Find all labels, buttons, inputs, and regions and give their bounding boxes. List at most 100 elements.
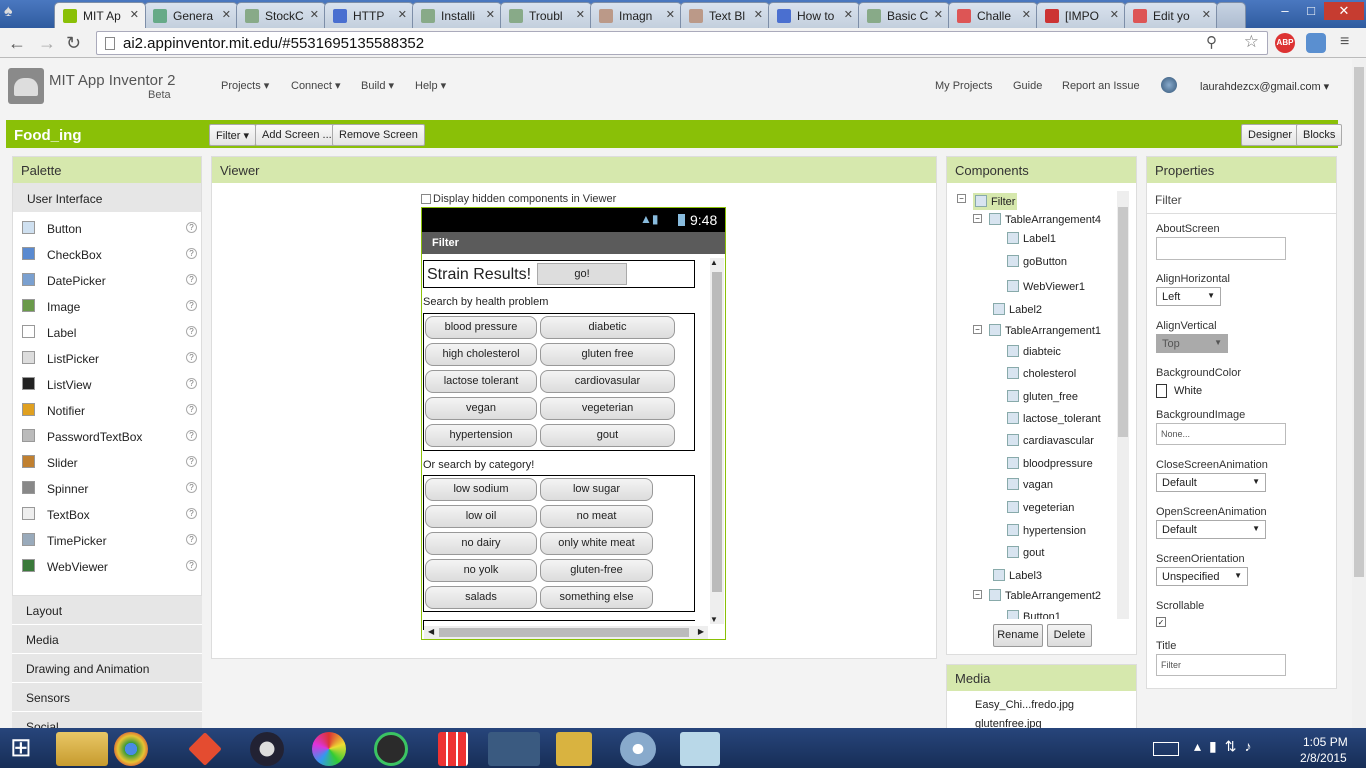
help-icon[interactable]: ? [186, 326, 197, 337]
palette-item-textbox[interactable]: TextBox? [13, 501, 201, 527]
scrollable-checkbox[interactable]: ✓ [1156, 617, 1166, 627]
category-button[interactable]: salads [425, 586, 537, 609]
phone-horizontal-scrollbar[interactable]: ◀ ▶ [424, 626, 708, 639]
language-globe-icon[interactable] [1161, 77, 1177, 93]
tree-node-diabteic[interactable]: diabteic [1007, 345, 1061, 358]
help-icon[interactable]: ? [186, 404, 197, 415]
health-button[interactable]: cardiovasular [540, 370, 675, 393]
browser-tab[interactable]: Genera ✕ [144, 2, 238, 28]
tab-close-icon[interactable]: ✕ [844, 8, 853, 21]
palette-category-media[interactable]: Media [12, 625, 202, 654]
link-report-an-issue[interactable]: Report an Issue [1062, 80, 1140, 92]
browser-tab[interactable]: MIT Ap ✕ [54, 2, 146, 28]
tree-node-vegeterian[interactable]: vegeterian [1007, 501, 1074, 514]
add-screen-button[interactable]: Add Screen ... [255, 124, 339, 146]
category-button[interactable]: low oil [425, 505, 537, 528]
help-icon[interactable]: ? [186, 508, 197, 519]
tree-node-label3[interactable]: Label3 [993, 569, 1042, 582]
tree-node-lactose_tolerant[interactable]: lactose_tolerant [1007, 412, 1101, 425]
app-inventor-logo-icon[interactable] [8, 68, 44, 104]
puzzle-app-icon[interactable] [556, 732, 592, 766]
category-button[interactable]: low sodium [425, 478, 537, 501]
close-window-button[interactable]: ✕ [1324, 2, 1364, 20]
tab-close-icon[interactable]: ✕ [1202, 8, 1211, 21]
browser-tab[interactable]: Installi ✕ [412, 2, 502, 28]
background-color-value[interactable]: White [1174, 385, 1202, 397]
browser-tab[interactable]: Troubl ✕ [500, 2, 592, 28]
phone-vertical-scrollbar[interactable]: ▲ ▼ [710, 258, 724, 624]
tab-close-icon[interactable]: ✕ [222, 8, 231, 21]
tab-close-icon[interactable]: ✕ [576, 8, 585, 21]
remove-screen-button[interactable]: Remove Screen [332, 124, 425, 146]
user-interface-category[interactable]: User Interface [13, 183, 201, 212]
health-button[interactable]: hypertension [425, 424, 537, 447]
menu-projects[interactable]: Projects ▾ [221, 79, 269, 92]
chrome-icon[interactable] [114, 732, 148, 766]
help-icon[interactable]: ? [186, 274, 197, 285]
browser-tab[interactable]: Challe ✕ [948, 2, 1038, 28]
tab-close-icon[interactable]: ✕ [934, 8, 943, 21]
palette-item-slider[interactable]: Slider? [13, 449, 201, 475]
help-icon[interactable]: ? [186, 222, 197, 233]
spotify-icon[interactable] [374, 732, 408, 766]
file-explorer-icon[interactable] [56, 732, 108, 766]
tree-node-cardiavascular[interactable]: cardiavascular [1007, 434, 1094, 447]
collapse-toggle-icon[interactable]: − [973, 325, 982, 334]
health-button[interactable]: blood pressure [425, 316, 537, 339]
browser-tab[interactable]: Basic C ✕ [858, 2, 950, 28]
link-my-projects[interactable]: My Projects [935, 80, 992, 92]
category-button[interactable]: something else [540, 586, 653, 609]
page-scrollbar[interactable] [1352, 59, 1366, 728]
tree-scrollbar[interactable] [1117, 191, 1129, 619]
browser-tab[interactable]: Imagn ✕ [590, 2, 682, 28]
help-icon[interactable]: ? [186, 248, 197, 259]
health-button[interactable]: vegeterian [540, 397, 675, 420]
menu-help[interactable]: Help ▾ [415, 79, 446, 92]
lock-app-icon[interactable] [250, 732, 284, 766]
palette-category-drawing-and-animation[interactable]: Drawing and Animation [12, 654, 202, 683]
display-hidden-checkbox[interactable] [421, 194, 431, 204]
palette-item-webviewer[interactable]: WebViewer? [13, 553, 201, 579]
address-bar[interactable]: ai2.appinventor.mit.edu/#553169513558835… [96, 31, 1268, 55]
help-icon[interactable]: ? [186, 534, 197, 545]
tab-close-icon[interactable]: ✕ [310, 8, 319, 21]
align-horizontal-select[interactable]: Left [1156, 287, 1221, 306]
palette-item-listpicker[interactable]: ListPicker? [13, 345, 201, 371]
apps-grid-icon[interactable] [438, 732, 468, 766]
maximize-button[interactable]: □ [1298, 2, 1324, 20]
minimize-button[interactable]: – [1272, 2, 1298, 20]
background-color-swatch[interactable] [1156, 384, 1167, 398]
browser-tab[interactable]: HTTP ✕ [324, 2, 414, 28]
media-file[interactable]: Easy_Chi...fredo.jpg [975, 699, 1074, 711]
category-button[interactable]: no meat [540, 505, 653, 528]
notes-icon[interactable] [680, 732, 720, 766]
category-button[interactable]: gluten-free [540, 559, 653, 582]
start-button-icon[interactable]: ⊞ [10, 734, 40, 762]
extension-icon[interactable] [1306, 33, 1326, 53]
help-icon[interactable]: ? [186, 430, 197, 441]
category-button[interactable]: no yolk [425, 559, 537, 582]
browser-tab[interactable]: How to ✕ [768, 2, 860, 28]
category-button[interactable]: no dairy [425, 532, 537, 555]
tree-node-gout[interactable]: gout [1007, 546, 1044, 559]
tab-close-icon[interactable]: ✕ [1022, 8, 1031, 21]
tree-node-filter[interactable]: − Filter [957, 193, 1018, 210]
new-tab-button[interactable] [1216, 2, 1246, 28]
user-account-menu[interactable]: laurahdezcx@gmail.com ▾ [1200, 80, 1329, 93]
help-icon[interactable]: ? [186, 560, 197, 571]
tree-node-tablearrangement1[interactable]: − TableArrangement1 [973, 324, 1101, 337]
palette-item-passwordtextbox[interactable]: PasswordTextBox? [13, 423, 201, 449]
close-animation-select[interactable]: Default [1156, 473, 1266, 492]
tab-close-icon[interactable]: ✕ [486, 8, 495, 21]
steam-icon[interactable] [488, 732, 540, 766]
tree-node-gobutton[interactable]: goButton [1007, 255, 1067, 268]
tree-node-label2[interactable]: Label2 [993, 303, 1042, 316]
menu-build[interactable]: Build ▾ [361, 79, 394, 92]
health-button[interactable]: gout [540, 424, 675, 447]
palette-item-checkbox[interactable]: CheckBox? [13, 241, 201, 267]
open-animation-select[interactable]: Default [1156, 520, 1266, 539]
browser-tab[interactable]: Edit yo ✕ [1124, 2, 1218, 28]
tab-close-icon[interactable]: ✕ [666, 8, 675, 21]
browser-tab[interactable]: [IMPO ✕ [1036, 2, 1126, 28]
help-icon[interactable]: ? [186, 352, 197, 363]
